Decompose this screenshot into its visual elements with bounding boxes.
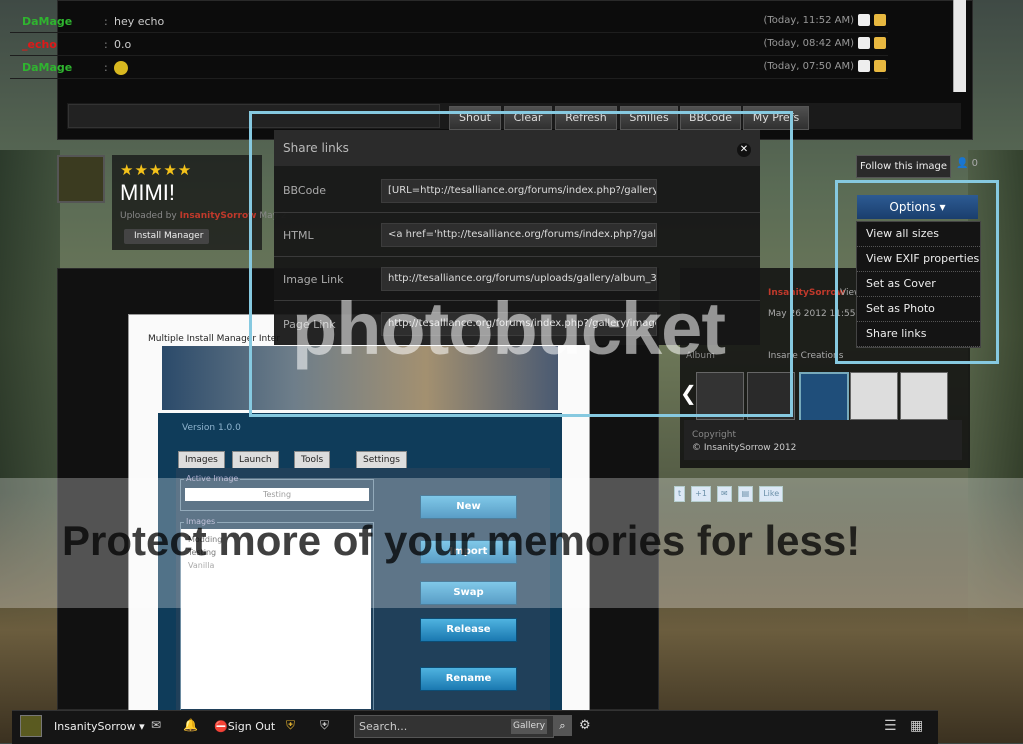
search-icon[interactable]: ⌕ (553, 715, 572, 736)
report-icon[interactable] (874, 60, 886, 72)
modal-highlight-frame (249, 111, 793, 417)
follow-count-value: 0 (971, 158, 979, 169)
copyright-label: Copyright (692, 430, 736, 440)
shout-time: (Today, 07:50 AM) (763, 61, 854, 72)
app-release-button[interactable]: Release (420, 618, 517, 642)
report-icon[interactable] (874, 37, 886, 49)
smiley-icon (114, 61, 128, 75)
search-scope-badge[interactable]: Gallery (511, 719, 547, 734)
thumbnail-current[interactable] (799, 372, 849, 422)
sign-out-label: Sign Out (227, 720, 276, 733)
thumbnail[interactable] (900, 372, 948, 420)
reply-icon[interactable] (858, 37, 870, 49)
copyright-box (684, 420, 962, 460)
app-tab-settings[interactable]: Settings (356, 451, 407, 469)
app-tab-tools[interactable]: Tools (294, 451, 331, 469)
app-tab-images[interactable]: Images (178, 451, 225, 469)
list-view-icon[interactable]: ☰ (884, 718, 897, 734)
shoutbox-scrollbar[interactable] (953, 0, 966, 92)
follow-image-button[interactable]: Follow this image (856, 155, 951, 178)
thumbnail[interactable] (850, 372, 898, 420)
uploader-link[interactable]: InsanitySorrow (180, 211, 257, 221)
options-highlight-frame (835, 180, 999, 364)
no-entry-icon: ⛔ (214, 720, 228, 733)
uploader-avatar[interactable] (57, 155, 105, 203)
watermark-tagline: Protect more of your memories for less! (62, 517, 861, 564)
uploaded-prefix: Uploaded by (120, 211, 177, 221)
follow-count: 👤 0 (956, 158, 978, 169)
shout-row: DaMage : (Today, 07:50 AM) (10, 56, 888, 79)
shout-separator: : (104, 15, 108, 28)
user-avatar[interactable] (20, 715, 42, 737)
shout-message: hey echo (114, 15, 165, 28)
shout-time: (Today, 11:52 AM) (763, 15, 854, 26)
shout-row: DaMage : hey echo (Today, 11:52 AM) (10, 10, 888, 33)
bell-icon[interactable]: 🔔 (183, 718, 198, 732)
app-rename-button[interactable]: Rename (420, 667, 517, 691)
shout-user[interactable]: DaMage (22, 61, 72, 74)
report-icon[interactable] (874, 14, 886, 26)
shield-icon[interactable]: ⛨ (286, 718, 295, 733)
shout-time: (Today, 08:42 AM) (763, 38, 854, 49)
app-tab-launch[interactable]: Launch (232, 451, 279, 469)
shout-user[interactable]: DaMage (22, 15, 72, 28)
reply-icon[interactable] (858, 60, 870, 72)
image-title: MIMI! (120, 180, 175, 205)
shout-message: 0.o (114, 38, 132, 51)
username: InsanitySorrow (54, 720, 136, 733)
shout-separator: : (104, 61, 108, 74)
mail-icon[interactable]: ✉ (151, 718, 161, 732)
sign-out-button[interactable]: ⛔Sign Out (214, 720, 275, 733)
app-version: Version 1.0.0 (182, 423, 241, 433)
watermark-logo: photobucket (292, 287, 726, 370)
reply-icon[interactable] (858, 14, 870, 26)
rating-stars[interactable]: ★★★★★ (120, 161, 192, 179)
shout-separator: : (104, 38, 108, 51)
copyright-value: © InsanitySorrow 2012 (692, 443, 797, 453)
grid-view-icon[interactable]: ▦ (910, 718, 923, 734)
gear-icon[interactable]: ⚙ (579, 718, 591, 733)
followers-icon: 👤 (956, 158, 969, 169)
shout-row: _echo : 0.o (Today, 08:42 AM) (10, 33, 888, 56)
user-menu[interactable]: InsanitySorrow ▾ (54, 720, 145, 733)
shout-user[interactable]: _echo (22, 38, 57, 51)
tag-install-manager[interactable]: Install Manager (124, 229, 210, 244)
moderator-shield-icon[interactable]: ⛨ (320, 718, 329, 733)
